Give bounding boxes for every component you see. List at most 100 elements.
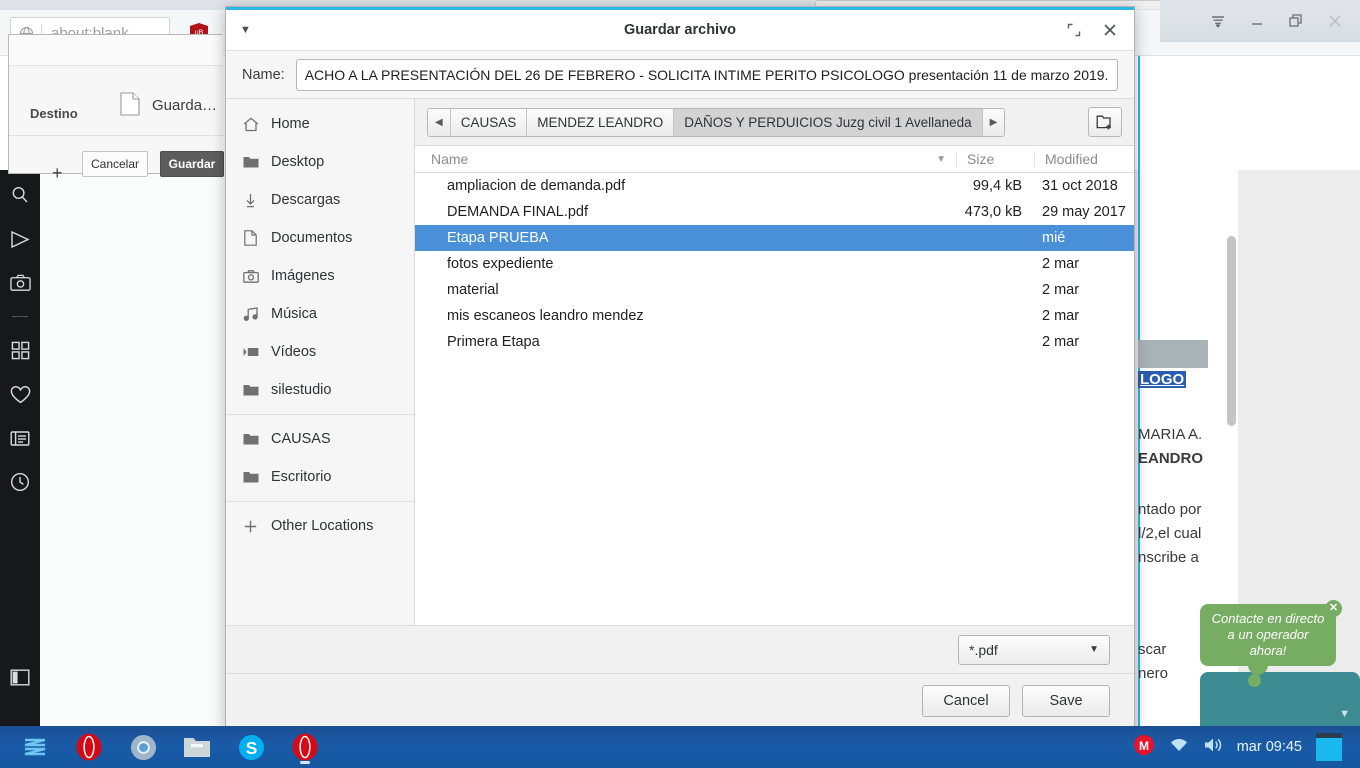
save-button[interactable]: Save	[1022, 685, 1110, 717]
filename-row: Name: ACHO A LA PRESENTACIÓN DEL 26 DE F…	[226, 51, 1134, 99]
taskbar-chromium-icon[interactable]	[116, 726, 170, 768]
file-list[interactable]: ampliacion de demanda.pdf 99,4 kB 31 oct…	[415, 173, 1134, 625]
column-header-size[interactable]: Size	[956, 151, 1034, 167]
show-desktop-button[interactable]	[1316, 733, 1342, 761]
table-row[interactable]: mis escaneos leandro mendez 2 mar	[415, 303, 1134, 329]
volume-icon[interactable]	[1203, 736, 1223, 759]
place-item-imagenes[interactable]: Imágenes	[226, 257, 414, 295]
chat-close-button[interactable]: ✕	[1325, 600, 1342, 617]
place-item-descargas[interactable]: Descargas	[226, 181, 414, 219]
folder-icon	[242, 383, 259, 397]
toggle-sidebar-icon[interactable]	[9, 666, 31, 688]
taskbar-opera-running-icon[interactable]	[278, 726, 332, 768]
file-name: fotos expediente	[415, 256, 956, 272]
restore-icon[interactable]	[1285, 10, 1307, 32]
search-icon[interactable]	[9, 184, 31, 206]
document-line-5: nero	[1138, 665, 1168, 682]
filter-row: *.pdf ▼	[226, 625, 1134, 673]
snapshot-camera-icon[interactable]	[9, 272, 31, 294]
file-modified: 31 oct 2018	[1034, 178, 1134, 194]
file-type-filter-select[interactable]: *.pdf ▼	[958, 635, 1110, 665]
file-modified: mié	[1034, 230, 1134, 246]
table-row-selected[interactable]: Etapa PRUEBA mié	[415, 225, 1134, 251]
table-row[interactable]: Primera Etapa 2 mar	[415, 329, 1134, 355]
dialog-title: Guardar archivo	[226, 22, 1134, 38]
place-label: Documentos	[271, 230, 352, 246]
home-icon	[242, 117, 259, 132]
place-item-videos[interactable]: Vídeos	[226, 333, 414, 371]
minimize-icon[interactable]	[1246, 10, 1268, 32]
cancel-button[interactable]: Cancel	[922, 685, 1010, 717]
breadcrumb: ◀ CAUSAS MENDEZ LEANDRO DAÑOS Y PERDUICI…	[427, 108, 1005, 137]
sort-descending-icon: ▼	[936, 154, 946, 165]
speed-dial-icon[interactable]	[9, 339, 31, 361]
place-label: Música	[271, 306, 317, 322]
browser-side-panel	[0, 170, 40, 726]
dialog-maximize-icon[interactable]	[1066, 22, 1082, 38]
file-modified: 2 mar	[1034, 308, 1134, 324]
save-file-dialog: ▼ Guardar archivo Name: ACHO A LA PRESEN…	[225, 6, 1135, 729]
table-row[interactable]: ampliacion de demanda.pdf 99,4 kB 31 oct…	[415, 173, 1134, 199]
place-item-silestudio[interactable]: silestudio	[226, 371, 414, 409]
taskbar: S M	[0, 726, 1360, 768]
chat-bubble-text: Contacte en directo a un operador ahora!	[1208, 611, 1328, 659]
place-item-desktop[interactable]: Desktop	[226, 143, 414, 181]
place-item-home[interactable]: Home	[226, 105, 414, 143]
breadcrumb-item-causas[interactable]: CAUSAS	[451, 109, 528, 136]
place-item-musica[interactable]: Música	[226, 295, 414, 333]
wifi-icon[interactable]	[1169, 737, 1189, 758]
chevron-down-icon[interactable]: ▼	[1339, 708, 1350, 720]
column-header-modified[interactable]: Modified	[1034, 151, 1134, 167]
table-row[interactable]: DEMANDA FINAL.pdf 473,0 kB 29 may 2017	[415, 199, 1134, 225]
column-header-name[interactable]: Name ▼	[415, 151, 956, 167]
create-folder-button[interactable]	[1088, 107, 1122, 137]
place-label: Imágenes	[271, 268, 335, 284]
document-header-band	[1138, 340, 1208, 368]
clock[interactable]: mar 09:45	[1237, 739, 1302, 755]
mega-icon[interactable]: M	[1133, 734, 1155, 761]
plus-icon	[242, 519, 259, 534]
dialog-menu-icon[interactable]: ▼	[240, 24, 251, 36]
taskbar-opera-icon[interactable]	[62, 726, 116, 768]
chat-panel[interactable]: ▼	[1200, 672, 1360, 726]
place-item-documentos[interactable]: Documentos	[226, 219, 414, 257]
place-item-other-locations[interactable]: Other Locations	[226, 507, 414, 545]
breadcrumb-item-current[interactable]: DAÑOS Y PERDUICIOS Juzg civil 1 Avellane…	[674, 109, 982, 136]
system-tray: M mar 09:45	[1133, 733, 1352, 761]
breadcrumb-forward-button[interactable]: ▶	[983, 109, 1005, 136]
messenger-send-icon[interactable]	[9, 228, 31, 250]
place-label: Desktop	[271, 154, 324, 170]
taskbar-file-manager-icon[interactable]	[170, 726, 224, 768]
table-row[interactable]: fotos expediente 2 mar	[415, 251, 1134, 277]
news-reader-icon[interactable]	[9, 427, 31, 449]
document-line-maria: MARIA A.	[1138, 426, 1202, 443]
print-save-button[interactable]: Guardar	[160, 151, 224, 177]
place-item-escritorio[interactable]: Escritorio	[226, 458, 414, 496]
print-cancel-button[interactable]: Cancelar	[82, 151, 148, 177]
place-item-causas[interactable]: CAUSAS	[226, 420, 414, 458]
dialog-body: Home Desktop Descargas	[226, 99, 1134, 625]
breadcrumb-item-mendez-leandro[interactable]: MENDEZ LEANDRO	[527, 109, 674, 136]
taskbar-zorin-menu[interactable]	[8, 726, 62, 768]
document-line-leandro: EANDRO	[1138, 450, 1203, 467]
music-icon	[242, 307, 259, 321]
close-icon[interactable]	[1324, 10, 1346, 32]
chat-bubble[interactable]: Contacte en directo a un operador ahora!	[1200, 604, 1336, 666]
dialog-close-icon[interactable]	[1102, 22, 1118, 38]
document-line-4: scar	[1138, 641, 1166, 658]
document-scrollbar[interactable]	[1227, 236, 1236, 426]
column-header-name-label: Name	[431, 151, 468, 167]
bookmarks-heart-icon[interactable]	[9, 383, 31, 405]
filename-input[interactable]: ACHO A LA PRESENTACIÓN DEL 26 DE FEBRERO…	[296, 59, 1118, 91]
svg-text:M: M	[1139, 739, 1149, 753]
file-modified: 29 may 2017	[1034, 204, 1134, 220]
document-line-3: nscribe a	[1138, 549, 1199, 566]
table-row[interactable]: material 2 mar	[415, 277, 1134, 303]
place-label: Vídeos	[271, 344, 316, 360]
breadcrumb-back-button[interactable]: ◀	[428, 109, 451, 136]
taskbar-skype-icon[interactable]: S	[224, 726, 278, 768]
places-divider-2	[226, 501, 414, 502]
history-clock-icon[interactable]	[9, 471, 31, 493]
chat-bubble-dot	[1248, 674, 1261, 687]
collapse-toolbar-icon[interactable]	[1207, 10, 1229, 32]
